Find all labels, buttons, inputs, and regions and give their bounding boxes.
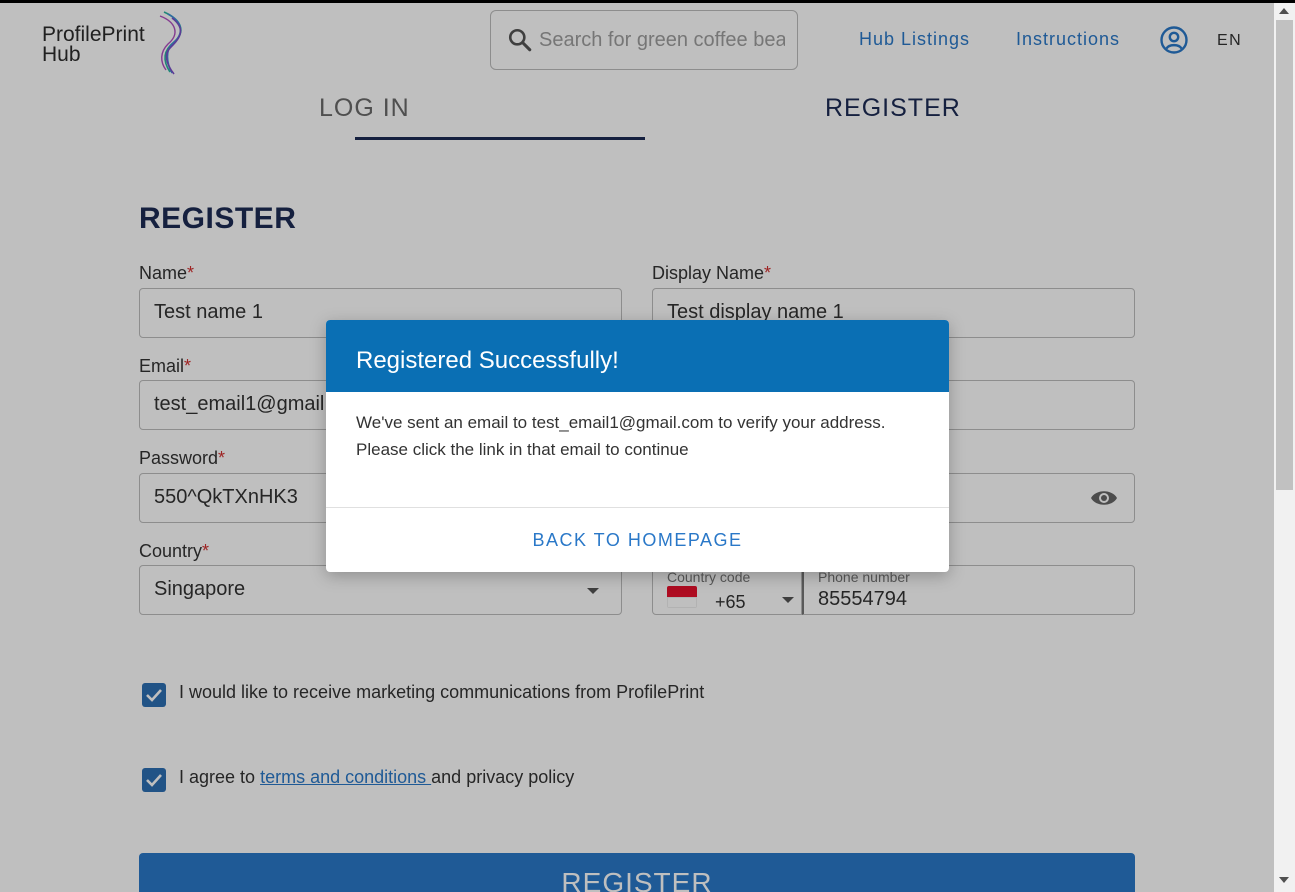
back-to-homepage-button[interactable]: BACK TO HOMEPAGE — [326, 508, 949, 572]
dialog-title: Registered Successfully! — [356, 347, 619, 374]
scrollbar-thumb[interactable] — [1276, 20, 1293, 490]
page-scrollbar[interactable] — [1274, 0, 1295, 892]
scroll-down-arrow-icon[interactable] — [1279, 877, 1289, 883]
scroll-up-arrow-icon[interactable] — [1279, 8, 1289, 14]
dialog-message-line-2: Please click the link in that email to c… — [356, 440, 689, 459]
dialog-header: Registered Successfully! — [326, 320, 949, 392]
dialog-message-line-1: We've sent an email to test_email1@gmail… — [356, 413, 886, 432]
registration-success-dialog: Registered Successfully! We've sent an e… — [326, 320, 949, 572]
dialog-message: We've sent an email to test_email1@gmail… — [356, 409, 926, 463]
window-top-edge — [0, 0, 1295, 3]
